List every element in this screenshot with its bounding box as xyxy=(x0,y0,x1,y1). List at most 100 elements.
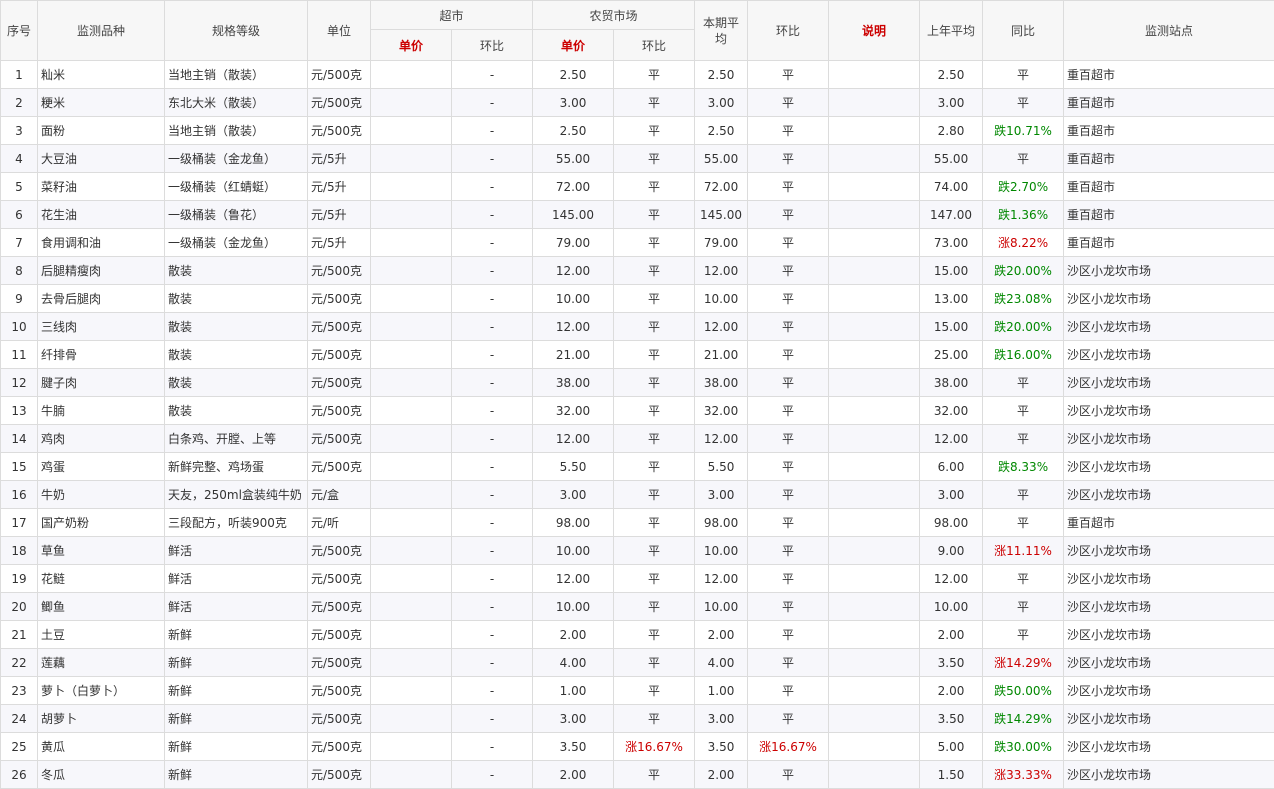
cell-no: 9 xyxy=(1,285,38,313)
cell-station: 沙区小龙坎市场 xyxy=(1064,397,1274,425)
cell-note xyxy=(829,285,920,313)
cell-yoy: 平 xyxy=(983,425,1064,453)
cell-no: 6 xyxy=(1,201,38,229)
cell-no: 26 xyxy=(1,761,38,789)
cell-farm-mom: 平 xyxy=(614,621,695,649)
cell-yoy: 涨14.29% xyxy=(983,649,1064,677)
cell-item: 纤排骨 xyxy=(38,341,165,369)
cell-period-mom: 涨16.67% xyxy=(748,733,829,761)
cell-period-avg: 3.50 xyxy=(695,733,748,761)
cell-station: 沙区小龙坎市场 xyxy=(1064,761,1274,789)
cell-supermarket-price xyxy=(371,173,452,201)
cell-unit: 元/盒 xyxy=(308,481,371,509)
cell-supermarket-price xyxy=(371,621,452,649)
cell-yoy: 涨11.11% xyxy=(983,537,1064,565)
cell-station: 沙区小龙坎市场 xyxy=(1064,257,1274,285)
cell-supermarket-price xyxy=(371,705,452,733)
cell-period-avg: 12.00 xyxy=(695,257,748,285)
cell-period-avg: 10.00 xyxy=(695,285,748,313)
table-row: 26冬瓜新鲜元/500克-2.00平2.00平1.50涨33.33%沙区小龙坎市… xyxy=(1,761,1274,789)
cell-farm-mom: 平 xyxy=(614,313,695,341)
cell-farm-price: 2.00 xyxy=(533,621,614,649)
cell-farm-mom: 平 xyxy=(614,509,695,537)
table-row: 18草鱼鲜活元/500克-10.00平10.00平9.00涨11.11%沙区小龙… xyxy=(1,537,1274,565)
cell-yoy: 平 xyxy=(983,593,1064,621)
cell-spec: 新鲜完整、鸡场蛋 xyxy=(165,453,308,481)
header-unit: 单位 xyxy=(308,1,371,61)
cell-spec: 一级桶装（红蜻蜓） xyxy=(165,173,308,201)
cell-spec: 白条鸡、开膛、上等 xyxy=(165,425,308,453)
cell-farm-price: 38.00 xyxy=(533,369,614,397)
cell-unit: 元/500克 xyxy=(308,89,371,117)
cell-farm-mom: 平 xyxy=(614,117,695,145)
cell-yoy: 跌30.00% xyxy=(983,733,1064,761)
cell-unit: 元/500克 xyxy=(308,257,371,285)
table-row: 1籼米当地主销（散装）元/500克-2.50平2.50平2.50平重百超市 xyxy=(1,61,1274,89)
cell-note xyxy=(829,397,920,425)
cell-period-mom: 平 xyxy=(748,285,829,313)
cell-farm-price: 21.00 xyxy=(533,341,614,369)
cell-period-avg: 32.00 xyxy=(695,397,748,425)
cell-period-mom: 平 xyxy=(748,201,829,229)
cell-last-year-avg: 1.50 xyxy=(920,761,983,789)
header-period-mom: 环比 xyxy=(748,1,829,61)
cell-item: 去骨后腿肉 xyxy=(38,285,165,313)
cell-item: 食用调和油 xyxy=(38,229,165,257)
cell-spec: 散装 xyxy=(165,257,308,285)
cell-spec: 天友，250ml盒装纯牛奶 xyxy=(165,481,308,509)
table-row: 13牛腩散装元/500克-32.00平32.00平32.00平沙区小龙坎市场 xyxy=(1,397,1274,425)
cell-period-mom: 平 xyxy=(748,537,829,565)
cell-farm-mom: 平 xyxy=(614,89,695,117)
cell-spec: 鲜活 xyxy=(165,593,308,621)
cell-farm-price: 72.00 xyxy=(533,173,614,201)
cell-note xyxy=(829,89,920,117)
table-row: 11纤排骨散装元/500克-21.00平21.00平25.00跌16.00%沙区… xyxy=(1,341,1274,369)
table-row: 5菜籽油一级桶装（红蜻蜓）元/5升-72.00平72.00平74.00跌2.70… xyxy=(1,173,1274,201)
cell-farm-price: 2.50 xyxy=(533,117,614,145)
cell-last-year-avg: 3.50 xyxy=(920,649,983,677)
table-row: 21土豆新鲜元/500克-2.00平2.00平2.00平沙区小龙坎市场 xyxy=(1,621,1274,649)
cell-period-avg: 10.00 xyxy=(695,537,748,565)
cell-spec: 三段配方，听装900克 xyxy=(165,509,308,537)
cell-last-year-avg: 38.00 xyxy=(920,369,983,397)
cell-item: 鸡肉 xyxy=(38,425,165,453)
cell-note xyxy=(829,201,920,229)
cell-farm-price: 4.00 xyxy=(533,649,614,677)
cell-spec: 鲜活 xyxy=(165,537,308,565)
cell-supermarket-price xyxy=(371,481,452,509)
cell-station: 沙区小龙坎市场 xyxy=(1064,621,1274,649)
cell-station: 沙区小龙坎市场 xyxy=(1064,649,1274,677)
cell-spec: 当地主销（散装） xyxy=(165,61,308,89)
cell-item: 土豆 xyxy=(38,621,165,649)
cell-supermarket-mom: - xyxy=(452,621,533,649)
cell-supermarket-mom: - xyxy=(452,341,533,369)
cell-last-year-avg: 6.00 xyxy=(920,453,983,481)
header-farm-market: 农贸市场 xyxy=(533,1,695,30)
cell-period-mom: 平 xyxy=(748,313,829,341)
cell-supermarket-price xyxy=(371,201,452,229)
cell-item: 黄瓜 xyxy=(38,733,165,761)
cell-supermarket-price xyxy=(371,369,452,397)
cell-supermarket-price xyxy=(371,61,452,89)
cell-period-avg: 3.00 xyxy=(695,89,748,117)
cell-period-avg: 79.00 xyxy=(695,229,748,257)
table-row: 10三线肉散装元/500克-12.00平12.00平15.00跌20.00%沙区… xyxy=(1,313,1274,341)
cell-last-year-avg: 73.00 xyxy=(920,229,983,257)
cell-unit: 元/500克 xyxy=(308,285,371,313)
cell-supermarket-price xyxy=(371,341,452,369)
cell-last-year-avg: 25.00 xyxy=(920,341,983,369)
table-row: 2粳米东北大米（散装）元/500克-3.00平3.00平3.00平重百超市 xyxy=(1,89,1274,117)
cell-unit: 元/5升 xyxy=(308,145,371,173)
cell-farm-mom: 平 xyxy=(614,229,695,257)
cell-station: 沙区小龙坎市场 xyxy=(1064,565,1274,593)
cell-item: 冬瓜 xyxy=(38,761,165,789)
cell-station: 重百超市 xyxy=(1064,145,1274,173)
cell-item: 草鱼 xyxy=(38,537,165,565)
cell-yoy: 跌50.00% xyxy=(983,677,1064,705)
cell-farm-price: 32.00 xyxy=(533,397,614,425)
cell-period-avg: 2.00 xyxy=(695,621,748,649)
cell-note xyxy=(829,369,920,397)
cell-supermarket-mom: - xyxy=(452,677,533,705)
cell-unit: 元/500克 xyxy=(308,705,371,733)
cell-yoy: 跌14.29% xyxy=(983,705,1064,733)
